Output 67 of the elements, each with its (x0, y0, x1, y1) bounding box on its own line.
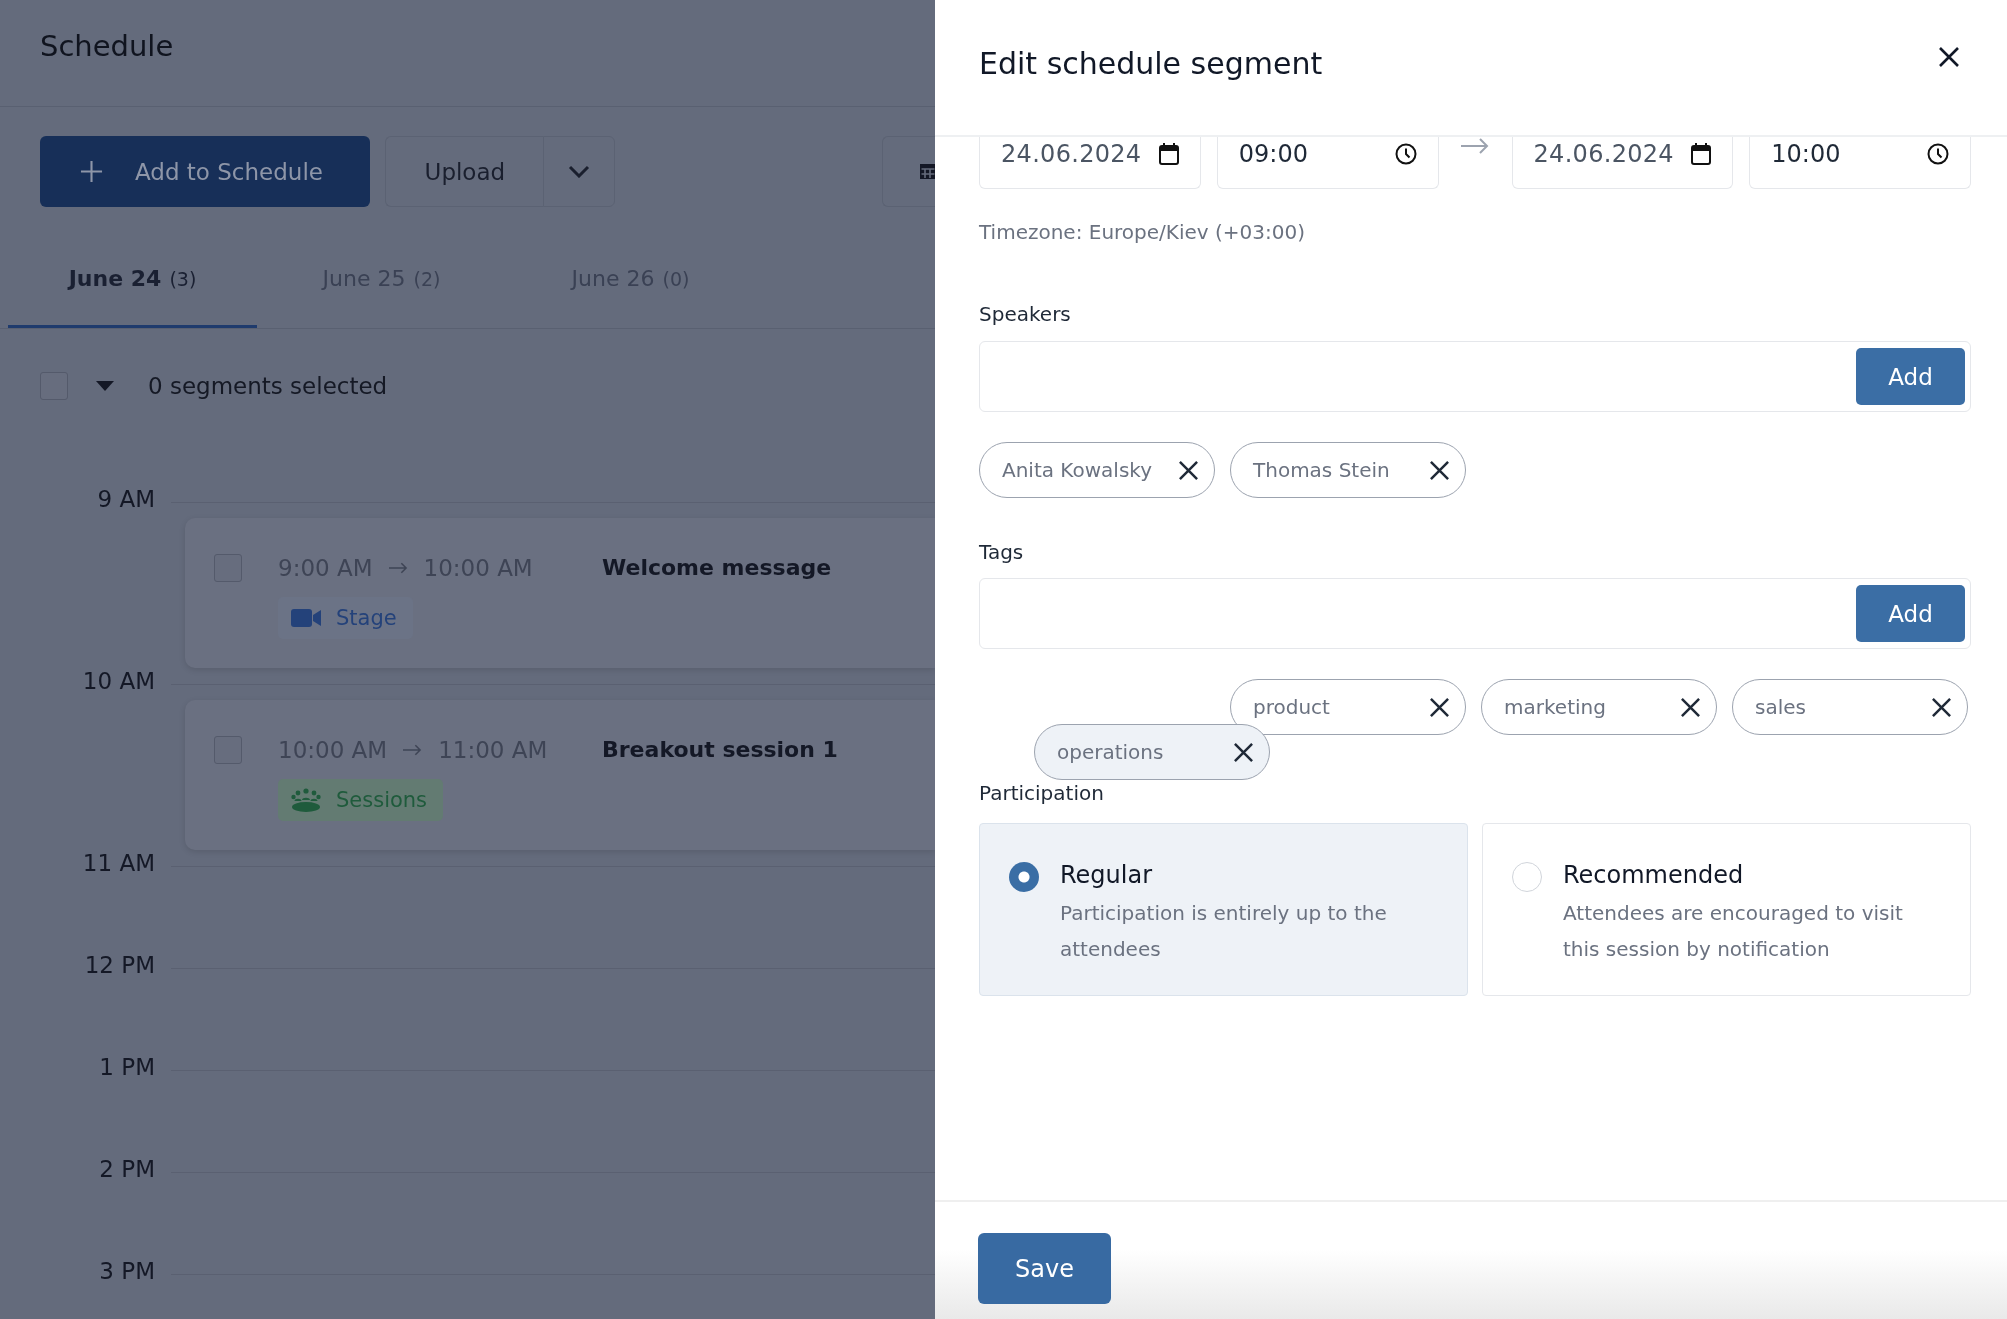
field-label: Tags (979, 539, 1024, 566)
tag-input[interactable]: Add (979, 578, 1971, 649)
option-title: Regular (1060, 860, 1153, 891)
add-to-schedule-button[interactable]: Add to Schedule (40, 136, 371, 207)
calendar-icon (1158, 142, 1179, 165)
upload-button[interactable]: Upload (385, 136, 544, 207)
segment-title: Breakout session 1 (602, 736, 838, 764)
field-label: Participation (979, 781, 1104, 805)
hour-label: 9 AM (96, 485, 155, 514)
tag-chip[interactable]: sales (1732, 679, 1968, 735)
hour-label: 10 AM (81, 667, 155, 696)
selection-count: 0 segments selected (148, 372, 388, 400)
calendar-icon (1691, 142, 1712, 165)
timezone-note: Timezone: Europe/Kiev (+03:00) (979, 219, 1305, 246)
participation-option[interactable]: Regular Participation is entirely up to the attendees (979, 823, 1468, 996)
start-time-field[interactable]: 09:00 (1216, 137, 1439, 189)
speaker-input[interactable]: Add (979, 341, 1971, 412)
clock-icon (1394, 142, 1417, 165)
end-time-field[interactable]: 10:00 (1749, 137, 1971, 189)
hour-label: 2 PM (98, 1155, 155, 1184)
add-button[interactable]: Add (1856, 585, 1965, 642)
arrow-right-icon (1461, 138, 1489, 154)
tag-chip[interactable]: product (1230, 679, 1466, 735)
tag-label: Stage (336, 606, 397, 630)
option-title: Recommended (1563, 860, 1744, 891)
clock-icon (1927, 142, 1949, 165)
radio-button[interactable] (1009, 862, 1039, 892)
tag-name: marketing (1504, 695, 1606, 719)
close-icon[interactable] (1233, 741, 1254, 763)
add-button[interactable]: Add (1856, 348, 1965, 405)
tag-name: sales (1755, 695, 1806, 719)
speaker-name: Thomas Stein (1253, 458, 1390, 482)
close-icon[interactable] (1178, 459, 1199, 481)
close-icon[interactable] (1938, 46, 1960, 68)
participation-option[interactable]: Recommended Attendees are encouraged to visit this session by notification (1482, 823, 1971, 996)
radio-button[interactable] (1512, 862, 1542, 892)
page-title: Schedule (40, 28, 174, 64)
tag-name: product (1253, 695, 1330, 719)
chevron-down-icon (568, 165, 591, 178)
speaker-name: Anita Kowalsky (1002, 458, 1153, 482)
hour-label: 1 PM (98, 1053, 155, 1082)
tag-chip[interactable]: operations (1034, 724, 1270, 780)
tag-label: Sessions (336, 788, 428, 812)
close-icon[interactable] (1429, 459, 1450, 481)
people-icon (291, 788, 321, 812)
tag-name: operations (1057, 740, 1164, 764)
segment-title: Welcome message (602, 554, 832, 582)
arrow-right-icon (388, 562, 408, 574)
caret-down-icon[interactable] (96, 381, 114, 391)
start-date-field[interactable]: 24.06.2024 (979, 137, 1201, 189)
plus-icon (80, 160, 103, 183)
option-description: Participation is entirely up to the attendees (1060, 900, 1388, 963)
arrow-right-icon (403, 744, 423, 756)
close-icon[interactable] (1931, 696, 1952, 718)
panel-title: Edit schedule segment (979, 45, 1323, 83)
close-icon[interactable] (1429, 696, 1450, 718)
hour-label: 12 PM (83, 951, 155, 980)
save-button[interactable]: Save (978, 1233, 1111, 1304)
hour-label: 3 PM (98, 1257, 155, 1286)
option-description: Attendees are encouraged to visit this session by notification (1563, 900, 1904, 963)
video-camera-icon (291, 608, 321, 628)
field-label: Speakers (979, 301, 1071, 328)
tag-chip[interactable]: marketing (1481, 679, 1717, 735)
date-tab[interactable]: June 24 (3) (8, 237, 257, 328)
end-date-field[interactable]: 24.06.2024 (1511, 137, 1734, 189)
hour-label: 11 AM (81, 849, 155, 878)
close-icon[interactable] (1680, 696, 1701, 718)
